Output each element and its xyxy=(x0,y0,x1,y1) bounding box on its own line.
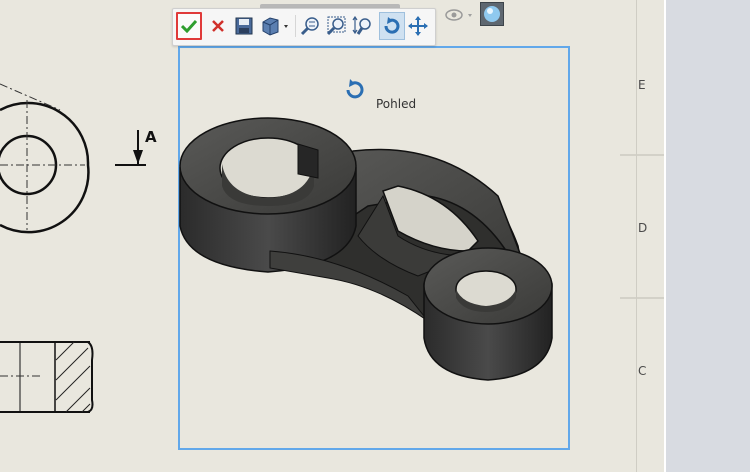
apply-scene-button[interactable] xyxy=(480,2,504,26)
view-orientation-icon xyxy=(262,17,288,36)
save-icon xyxy=(235,17,253,35)
scene-sphere-icon xyxy=(484,6,500,22)
part-preview-model[interactable] xyxy=(178,46,570,450)
side-panel-edge xyxy=(664,0,666,472)
rotate-view-button[interactable] xyxy=(379,12,405,40)
save-view-button[interactable] xyxy=(231,12,257,40)
zoom-to-area-button[interactable] xyxy=(323,12,349,40)
section-label: A xyxy=(145,128,157,146)
pan-icon xyxy=(408,16,428,36)
zoom-in-out-icon xyxy=(352,16,371,35)
pan-button[interactable] xyxy=(405,12,431,40)
close-icon xyxy=(212,20,224,32)
side-panel xyxy=(664,0,750,472)
cancel-button[interactable] xyxy=(205,12,231,40)
zone-label-c: C xyxy=(638,364,647,378)
zoom-in-out-button[interactable] xyxy=(349,12,375,40)
section-arrow xyxy=(115,130,146,166)
rotate-icon xyxy=(384,17,400,34)
front-view-geometry xyxy=(0,101,90,234)
view-orientation-button[interactable] xyxy=(257,12,293,40)
zone-label-e: E xyxy=(638,78,646,92)
check-icon xyxy=(181,19,197,33)
zone-label-d: D xyxy=(638,221,648,235)
sheet-zone-border xyxy=(636,0,637,472)
ok-button[interactable] xyxy=(176,12,202,40)
hide-show-items-button[interactable] xyxy=(444,6,474,24)
view-name-label: Pohled xyxy=(376,97,417,111)
zoom-to-fit-button[interactable] xyxy=(297,12,323,40)
zoom-to-area-icon xyxy=(326,16,346,36)
view-toolbar xyxy=(172,8,436,46)
zoom-to-fit-icon xyxy=(300,17,319,36)
rotate-view-icon xyxy=(346,79,364,99)
